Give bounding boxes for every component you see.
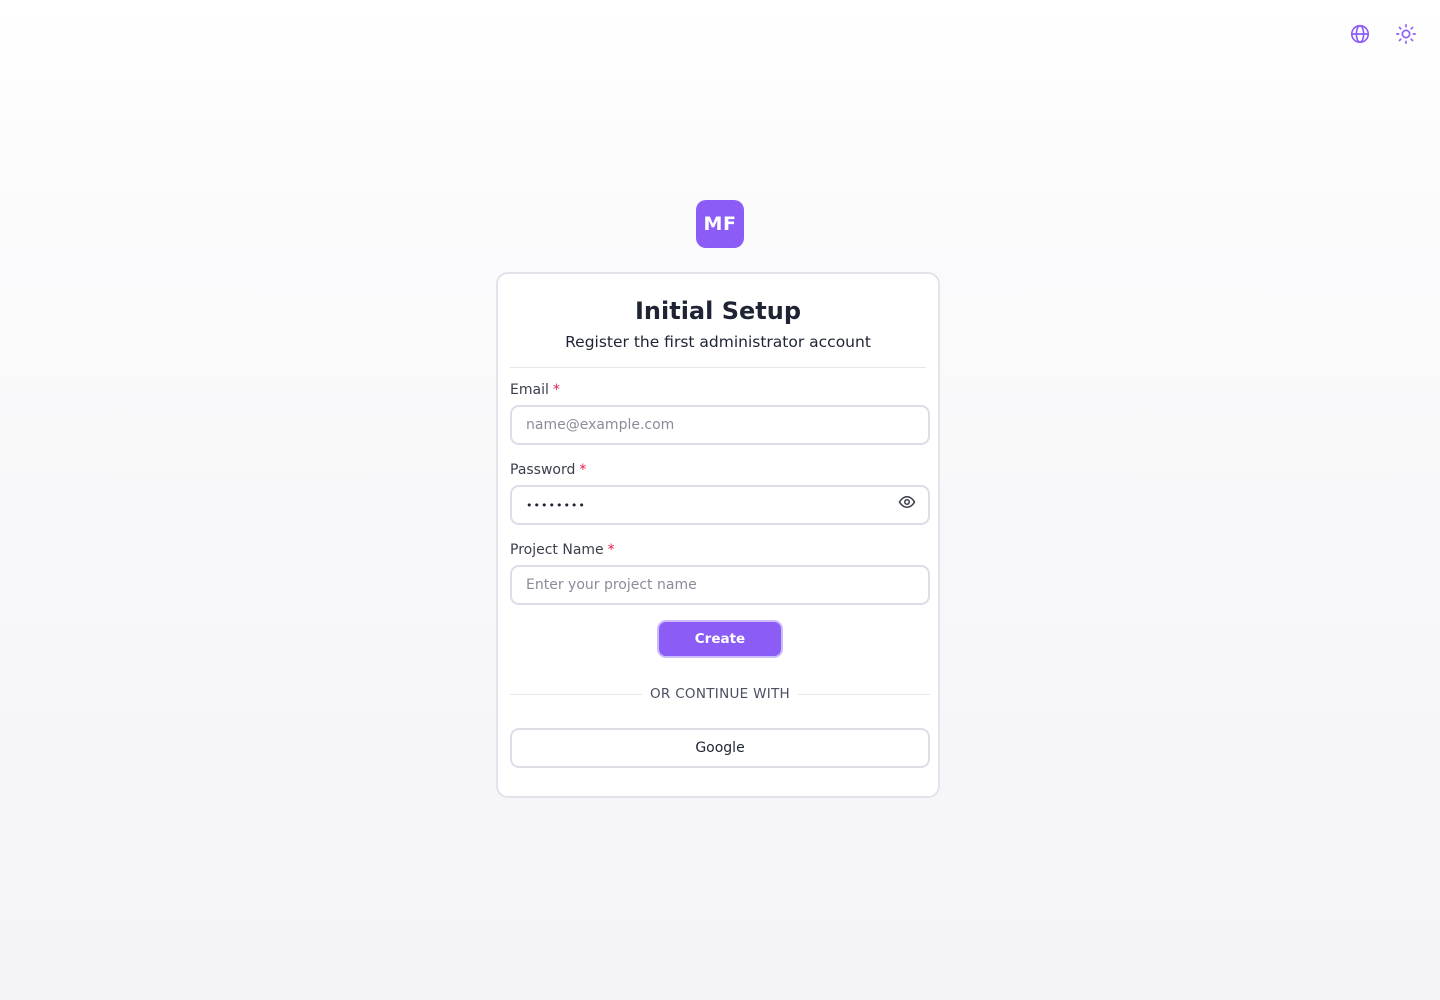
create-button[interactable]: Create [657, 620, 783, 658]
top-toolbar [1348, 22, 1418, 46]
card-header: Initial Setup Register the first adminis… [510, 274, 926, 368]
project-name-label-text: Project Name [510, 542, 604, 558]
password-label-text: Password [510, 462, 576, 478]
project-name-label: Project Name * [510, 541, 615, 559]
page-subtitle: Register the first administrator account [565, 333, 871, 351]
email-label-text: Email [510, 382, 549, 398]
divider-text: OR CONTINUE WITH [650, 686, 791, 702]
email-input[interactable] [510, 405, 930, 445]
sun-icon [1396, 24, 1416, 44]
google-login-button[interactable]: Google [510, 728, 930, 768]
password-label: Password * [510, 461, 586, 479]
eye-icon[interactable] [898, 493, 916, 511]
language-button[interactable] [1348, 22, 1372, 46]
app-logo: MF [696, 200, 744, 248]
page-title: Initial Setup [634, 297, 802, 325]
divider-line [510, 693, 642, 695]
globe-icon [1350, 24, 1370, 44]
email-label: Email * [510, 381, 560, 399]
oauth-divider: OR CONTINUE WITH [510, 684, 931, 704]
required-mark: * [552, 382, 560, 398]
password-input[interactable] [510, 485, 930, 525]
required-mark: * [607, 542, 615, 558]
setup-card: Initial Setup Register the first adminis… [496, 272, 940, 798]
required-mark: * [579, 462, 587, 478]
divider-line [798, 693, 931, 695]
logo-text: MF [703, 213, 737, 235]
project-name-input[interactable] [510, 565, 930, 605]
theme-toggle-button[interactable] [1394, 22, 1418, 46]
